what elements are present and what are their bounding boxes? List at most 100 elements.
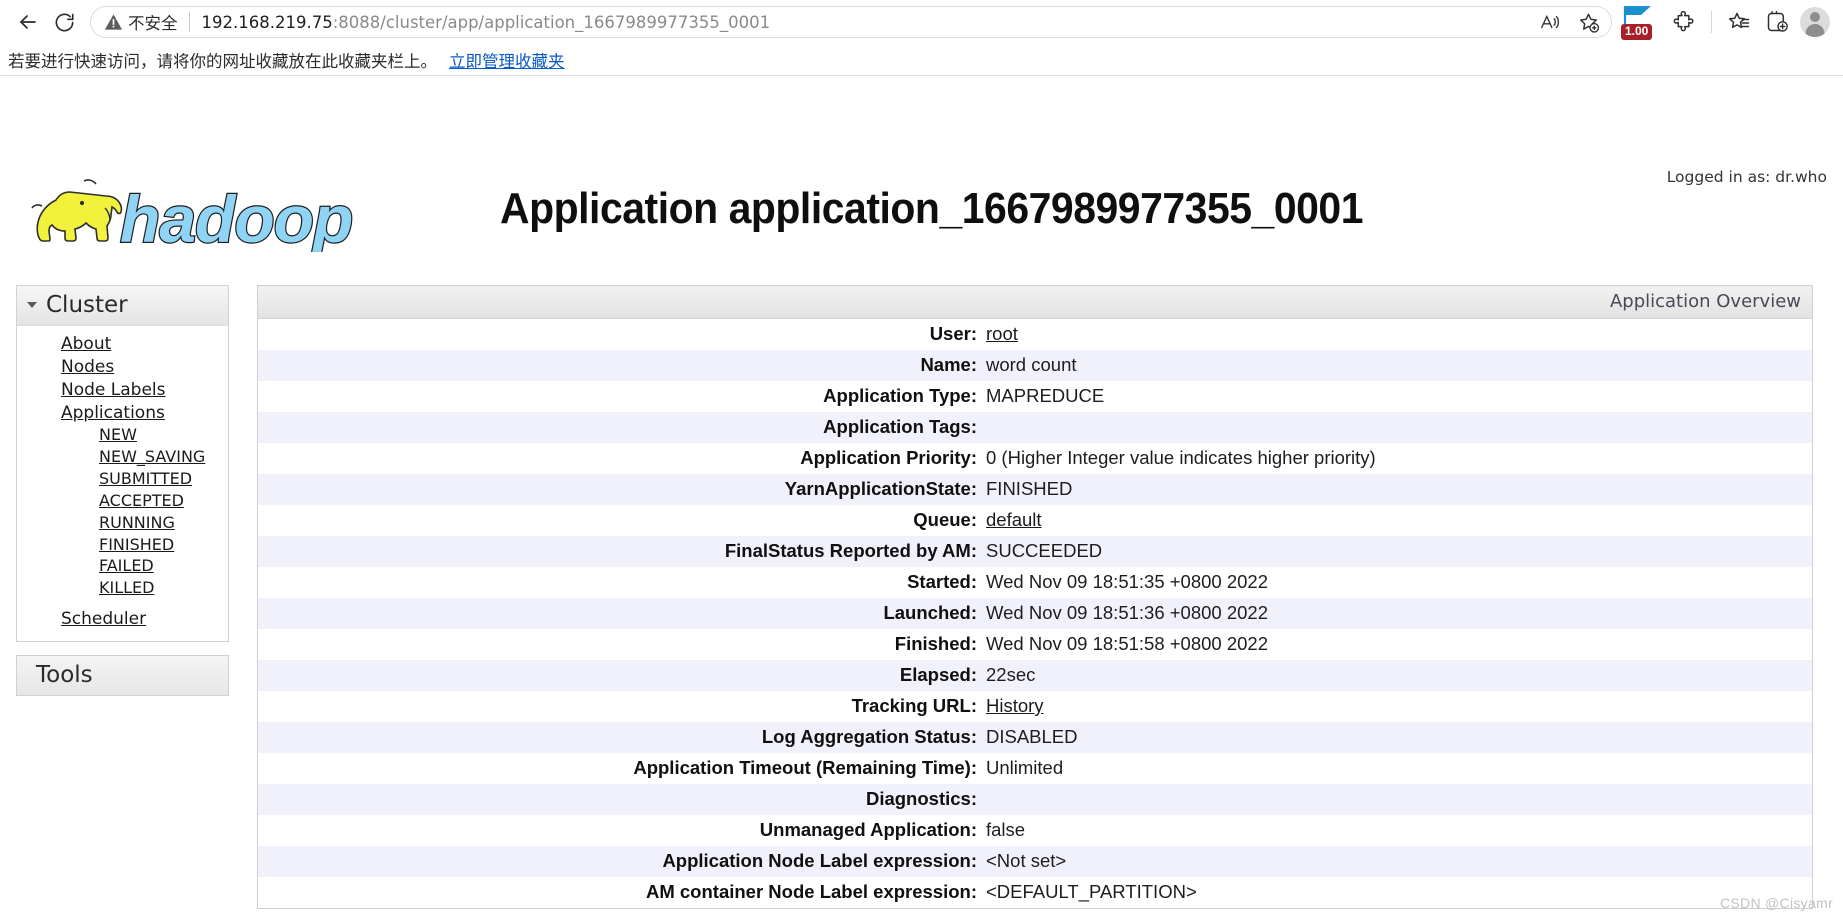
sidebar-item-nodes[interactable]: Nodes	[17, 356, 228, 379]
url-path: :8088/cluster/app/application_1667989977…	[332, 12, 771, 32]
sidebar-item-accepted[interactable]: ACCEPTED	[17, 491, 228, 513]
row-key: Log Aggregation Status:	[761, 726, 977, 747]
application-overview-table: User: root Name: word count Application Type…	[258, 319, 1812, 908]
table-row: Application Tags:	[258, 412, 1812, 443]
row-value: <Not set>	[986, 850, 1067, 871]
address-bar[interactable]: 不安全 192.168.219.75:8088/cluster/app/appl…	[90, 6, 1612, 38]
row-value: false	[986, 819, 1026, 840]
browser-actions: 1.00	[1618, 3, 1833, 41]
bookmarks-prompt: 若要进行快速访问，请将你的网址收藏放在此收藏夹栏上。	[8, 51, 437, 71]
row-value: word count	[986, 354, 1077, 375]
svg-text:hadoop: hadoop	[120, 182, 352, 252]
csdn-watermark: CSDN @Cisyamr	[1719, 895, 1833, 911]
row-value: <DEFAULT_PARTITION>	[986, 881, 1197, 902]
hadoop-yarn-page: Logged in as: dr.who hadoop Application …	[0, 76, 1843, 923]
reload-button[interactable]	[46, 4, 82, 40]
row-value[interactable]: root	[986, 319, 1812, 350]
favorites-list-icon[interactable]	[1721, 4, 1757, 40]
table-row: YarnApplicationState: FINISHED	[258, 474, 1812, 505]
row-value-link[interactable]: root	[986, 323, 1018, 344]
row-value[interactable]: default	[986, 505, 1812, 536]
table-row: Application Timeout (Remaining Time): Unl…	[258, 753, 1812, 784]
sidebar-item-submitted[interactable]: SUBMITTED	[17, 469, 228, 491]
row-key: AM container Node Label expression:	[645, 881, 977, 902]
flag-extension-icon[interactable]: 1.00	[1618, 3, 1664, 41]
row-key: Tracking URL:	[851, 695, 977, 716]
sidebar-item-failed[interactable]: FAILED	[17, 556, 228, 578]
row-value: MAPREDUCE	[986, 385, 1105, 406]
row-value	[986, 784, 1812, 815]
read-aloud-icon[interactable]	[1532, 4, 1568, 40]
site-security-indicator[interactable]: 不安全	[104, 10, 178, 34]
avatar	[1800, 7, 1830, 37]
sidebar-item-new-saving[interactable]: NEW_SAVING	[17, 447, 228, 469]
add-favorite-icon[interactable]	[1570, 4, 1606, 40]
row-key: Name:	[920, 354, 977, 375]
panel-gap	[257, 909, 1813, 923]
sidebar-item-scheduler[interactable]: Scheduler	[17, 608, 228, 631]
row-value: FINISHED	[986, 478, 1073, 499]
table-row: Elapsed: 22sec	[258, 660, 1812, 691]
chevron-down-icon	[27, 302, 37, 308]
extensions-puzzle-icon[interactable]	[1666, 4, 1702, 40]
application-overview-panel: Application Overview User: root Name: word …	[257, 285, 1813, 909]
url-display: 192.168.219.75:8088/cluster/app/applicat…	[202, 13, 771, 32]
row-value[interactable]: History	[986, 691, 1812, 722]
sidebar-item-killed[interactable]: KILLED	[17, 578, 228, 600]
sidebar-item-about[interactable]: About	[17, 333, 228, 356]
toolbar-divider	[1711, 11, 1712, 33]
row-value-link[interactable]: default	[986, 509, 1042, 530]
sidebar-item-applications[interactable]: Applications	[17, 402, 228, 425]
main-content: Application Overview User: root Name: word …	[257, 285, 1813, 923]
sidebar-item-new[interactable]: NEW	[17, 425, 228, 447]
sidebar-item-node-labels[interactable]: Node Labels	[17, 379, 228, 402]
row-key: Finished:	[894, 633, 977, 654]
table-row: Launched: Wed Nov 09 18:51:36 +0800 2022	[258, 598, 1812, 629]
row-key: Application Type:	[823, 385, 977, 406]
url-host: 192.168.219.75	[201, 12, 333, 32]
table-row: Application Node Label expression: <Not s…	[258, 846, 1812, 877]
table-row: Diagnostics:	[258, 784, 1812, 815]
hadoop-wordmark: hadoop	[119, 181, 355, 257]
tools-panel-title: Tools	[36, 662, 93, 689]
row-key: Launched:	[883, 602, 977, 623]
omnibox-divider	[188, 12, 190, 32]
cluster-panel-title: Cluster	[46, 292, 128, 318]
table-row: Application Priority: 0 (Higher Integer v…	[258, 443, 1812, 474]
sidebar-item-running[interactable]: RUNNING	[17, 513, 228, 535]
row-key: Diagnostics:	[865, 788, 977, 809]
sidebar-item-finished[interactable]: FINISHED	[17, 535, 228, 557]
row-value-link[interactable]: History	[986, 695, 1044, 716]
collections-icon[interactable]	[1759, 4, 1795, 40]
row-key: Application Timeout (Remaining Time):	[633, 757, 977, 778]
table-row: AM container Node Label expression: <DEFA…	[258, 877, 1812, 908]
row-value: DISABLED	[986, 726, 1078, 747]
cluster-panel-header[interactable]: Cluster	[17, 286, 228, 326]
row-value	[986, 412, 1812, 443]
browser-toolbar: 不安全 192.168.219.75:8088/cluster/app/appl…	[0, 0, 1843, 44]
table-row: Finished: Wed Nov 09 18:51:58 +0800 2022	[258, 629, 1812, 660]
manage-favorites-link[interactable]: 立即管理收藏夹	[449, 48, 565, 72]
row-key: Application Priority:	[800, 447, 977, 468]
row-key: Started:	[907, 571, 977, 592]
row-value: Wed Nov 09 18:51:36 +0800 2022	[986, 602, 1269, 623]
elephant-glyph	[31, 179, 123, 242]
overview-rows: User: root Name: word count Application Type…	[258, 319, 1812, 908]
cluster-panel-body: About Nodes Node Labels Applications NEW…	[17, 326, 228, 641]
table-row: Name: word count	[258, 350, 1812, 381]
omnibox-actions	[1532, 4, 1606, 40]
back-button[interactable]	[10, 4, 46, 40]
profile-avatar-icon[interactable]	[1797, 4, 1833, 40]
warning-triangle-icon	[104, 14, 123, 30]
table-row: User: root	[258, 319, 1812, 350]
row-value: Wed Nov 09 18:51:58 +0800 2022	[986, 633, 1269, 654]
tools-panel-header[interactable]: Tools	[16, 655, 229, 697]
row-key: Application Tags:	[823, 416, 977, 437]
table-row: Tracking URL: History	[258, 691, 1812, 722]
row-key: User:	[929, 323, 977, 344]
table-row: Queue: default	[258, 505, 1812, 536]
hadoop-logo[interactable]: hadoop	[12, 170, 392, 257]
table-row: Log Aggregation Status: DISABLED	[258, 722, 1812, 753]
table-row: Started: Wed Nov 09 18:51:35 +0800 2022	[258, 567, 1812, 598]
row-key: YarnApplicationState:	[784, 478, 977, 499]
